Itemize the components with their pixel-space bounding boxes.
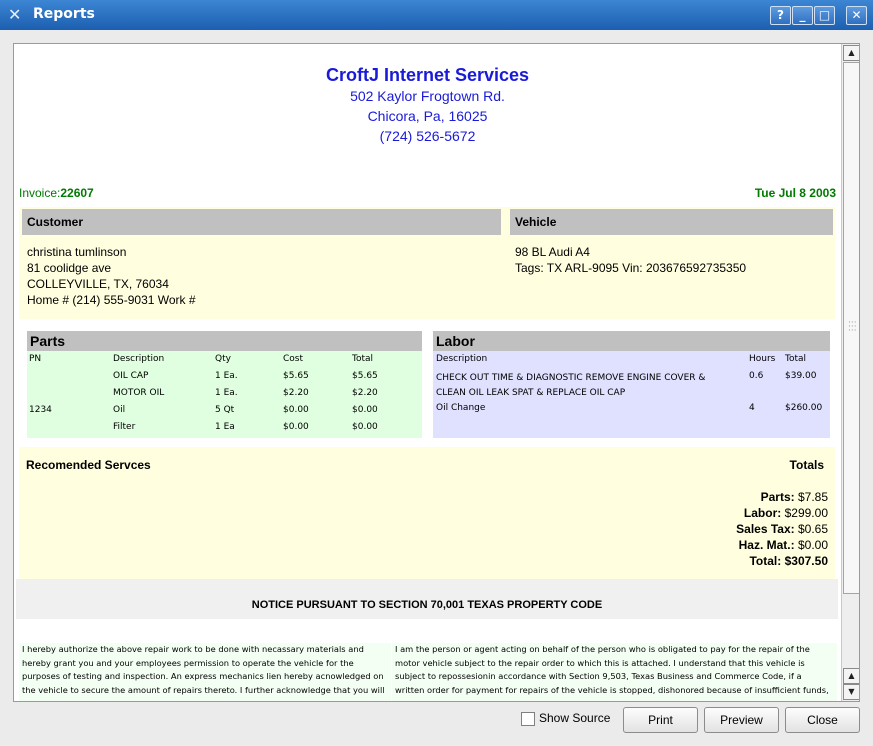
parts-row-description: OIL CAP: [113, 371, 149, 381]
vehicle-info: 98 BL Audi A4 Tags: TX ARL-9095 Vin: 203…: [515, 245, 747, 275]
parts-row-qty: 1 Ea.: [215, 388, 238, 398]
labor-row-total: $260.00: [785, 403, 823, 413]
grip-icon: ··· ··· ···: [848, 318, 857, 336]
parts-row-description: Filter: [113, 422, 136, 432]
report-viewer[interactable]: CroftJ Internet Services 502 Kaylor Frog…: [13, 43, 860, 702]
labor-col-description: Description: [436, 354, 488, 364]
show-source-checkbox[interactable]: [521, 712, 535, 726]
parts-row-total: $0.00: [352, 422, 378, 432]
grand-total: Total: $307.50: [749, 554, 828, 568]
labor-header: Labor: [433, 331, 830, 351]
invoice-date: Tue Jul 8 2003: [754, 186, 836, 200]
recommended-services-label: Recomended Servces: [26, 458, 151, 472]
help-button[interactable]: ?: [770, 6, 791, 25]
labor-row-hours: 4: [749, 403, 755, 413]
vertical-scrollbar[interactable]: ▲ ··· ··· ··· ▲ ▼: [841, 44, 859, 701]
company-phone: (724) 526-5672: [379, 128, 476, 144]
scroll-up-arrow-icon[interactable]: ▲: [843, 45, 859, 61]
notice-title: NOTICE PURSUANT TO SECTION 70,001 TEXAS …: [251, 599, 603, 611]
close-button[interactable]: Close: [785, 707, 860, 733]
app-icon: ✕: [8, 5, 22, 24]
vehicle-header: Vehicle: [510, 209, 833, 235]
parts-row-description: Oil: [113, 405, 126, 415]
report-document: CroftJ Internet Services 502 Kaylor Frog…: [14, 44, 841, 701]
parts-col-cost: Cost: [283, 354, 304, 364]
maximize-button[interactable]: □: [814, 6, 835, 25]
parts-row-pn: 1234: [29, 405, 52, 415]
print-button[interactable]: Print: [623, 707, 698, 733]
parts-row-qty: 1 Ea: [215, 422, 235, 432]
scroll-up-arrow-icon[interactable]: ▲: [843, 668, 859, 684]
company-city: Chicora, Pa, 16025: [367, 108, 488, 124]
invoice-number: Invoice:22607: [19, 186, 94, 200]
total-parts: Parts: $7.85: [760, 490, 828, 504]
company-street: 502 Kaylor Frogtown Rd.: [350, 88, 505, 104]
parts-row-total: $5.65: [352, 371, 378, 381]
total-haz-mat: Haz. Mat.: $0.00: [738, 538, 828, 552]
parts-row-cost: $0.00: [283, 422, 309, 432]
parts-header: Parts: [27, 331, 422, 351]
company-name: CroftJ Internet Services: [325, 65, 530, 85]
title-bar: ✕ Reports ? _ □ ✕: [0, 0, 873, 30]
parts-col-description: Description: [113, 354, 165, 364]
minimize-button[interactable]: _: [792, 6, 813, 25]
parts-col-pn: PN: [29, 354, 42, 364]
authorization-text: I hereby authorize the above repair work…: [19, 643, 391, 701]
labor-row-hours: 0.6: [749, 371, 764, 381]
parts-row-total: $2.20: [352, 388, 378, 398]
obligation-text: I am the person or agent acting on behal…: [392, 643, 837, 701]
parts-row-cost: $0.00: [283, 405, 309, 415]
parts-col-total: Total: [352, 354, 374, 364]
parts-row-qty: 1 Ea.: [215, 371, 238, 381]
parts-row-cost: $2.20: [283, 388, 309, 398]
labor-col-hours: Hours: [749, 354, 776, 364]
parts-row-qty: 5 Qt: [215, 405, 235, 415]
preview-button[interactable]: Preview: [704, 707, 779, 733]
scrollbar-thumb[interactable]: ··· ··· ···: [843, 62, 859, 594]
labor-col-total: Total: [785, 354, 807, 364]
customer-header: Customer: [22, 209, 501, 235]
total-labor: Labor: $299.00: [743, 506, 828, 520]
labor-row-description: CHECK OUT TIME & DIAGNOSTIC REMOVE ENGIN…: [436, 373, 706, 398]
total-sales-tax: Sales Tax: $0.65: [736, 522, 828, 536]
parts-row-description: MOTOR OIL: [113, 388, 165, 398]
parts-row-total: $0.00: [352, 405, 378, 415]
labor-row-total: $39.00: [785, 371, 817, 381]
close-window-button[interactable]: ✕: [846, 6, 867, 25]
parts-col-qty: Qty: [215, 354, 231, 364]
labor-row-description: Oil Change: [436, 403, 486, 413]
parts-row-cost: $5.65: [283, 371, 309, 381]
window-title: Reports: [33, 6, 95, 22]
scroll-down-arrow-icon[interactable]: ▼: [843, 684, 859, 700]
customer-info: christina tumlinson 81 coolidge ave COLL…: [27, 245, 196, 307]
show-source-label: Show Source: [539, 711, 611, 725]
totals-list: Parts: $7.85 Labor: $299.00 Sales Tax: $…: [628, 489, 828, 569]
totals-header: Totals: [789, 458, 824, 472]
